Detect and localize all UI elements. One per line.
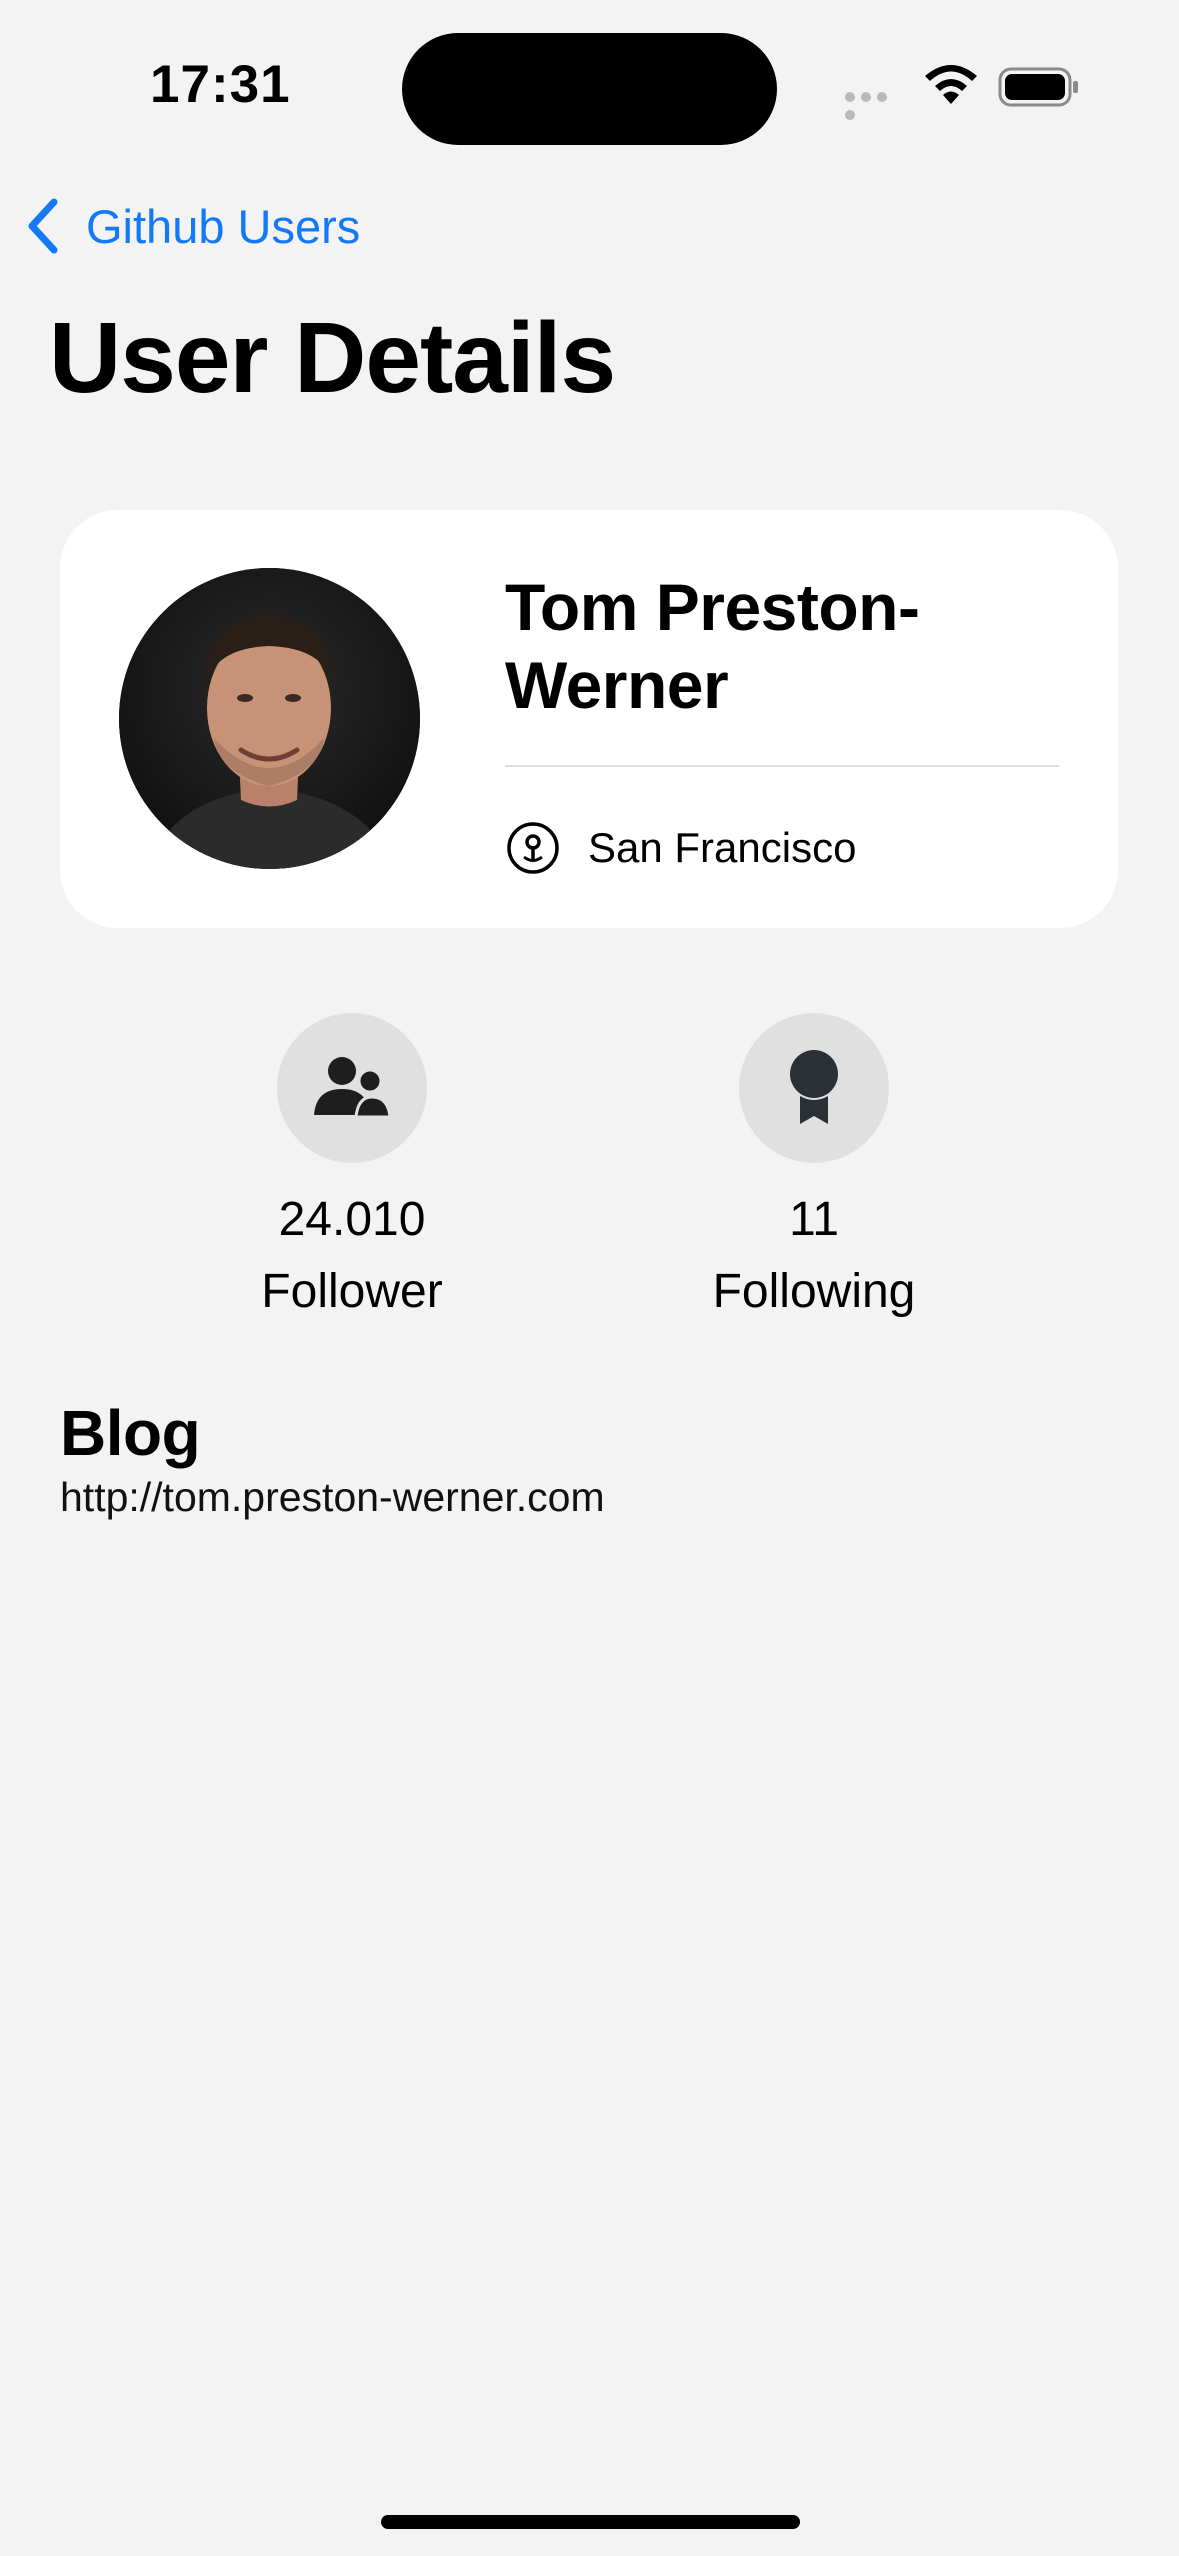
followers-label: Follower xyxy=(261,1265,443,1318)
chevron-left-icon xyxy=(28,198,58,254)
back-button-label: Github Users xyxy=(86,199,361,253)
followers-count: 24.010 xyxy=(278,1193,426,1246)
following-icon-circle xyxy=(739,1013,889,1163)
user-location: San Francisco xyxy=(588,824,857,871)
award-badge-icon xyxy=(790,1050,838,1124)
home-indicator[interactable] xyxy=(381,2515,800,2529)
status-time: 17:31 xyxy=(150,55,291,114)
dynamic-island xyxy=(402,33,777,145)
blog-link[interactable]: http://tom.preston-werner.com xyxy=(60,1474,605,1521)
followers-icon-circle xyxy=(277,1013,427,1163)
divider xyxy=(505,765,1059,767)
blog-heading: Blog xyxy=(60,1397,201,1469)
following-count: 11 xyxy=(789,1193,839,1246)
battery-icon xyxy=(998,67,1080,107)
people-icon xyxy=(314,1057,392,1119)
wifi-icon xyxy=(922,64,980,108)
location-pin-icon xyxy=(505,820,561,876)
back-button[interactable]: Github Users xyxy=(24,196,360,256)
user-name: Tom Preston-Werner xyxy=(505,570,920,722)
signal-icon xyxy=(845,92,905,120)
page-title: User Details xyxy=(49,302,616,414)
avatar xyxy=(119,568,420,869)
following-label: Following xyxy=(712,1265,916,1318)
